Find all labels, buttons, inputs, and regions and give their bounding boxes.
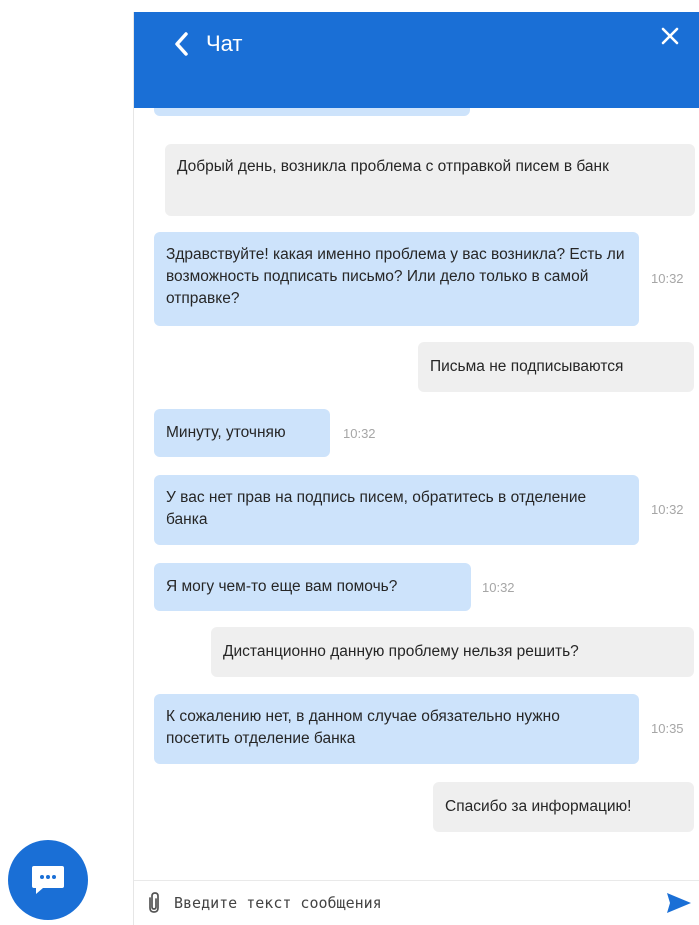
bot-message: У вас нет прав на подпись писем, обратит…: [154, 475, 639, 545]
message-list[interactable]: Добрый день, возникла проблема с отправк…: [134, 108, 699, 880]
bot-message: К сожалению нет, в данном случае обязате…: [154, 694, 639, 764]
user-message: Дистанционно данную проблему нельзя реши…: [211, 627, 694, 677]
send-icon: [667, 893, 691, 913]
chat-bubble-icon: [32, 866, 64, 894]
message-text: Здравствуйте! какая именно проблема у ва…: [166, 246, 625, 307]
message-time: 10:32: [651, 271, 684, 286]
back-button[interactable]: [170, 29, 192, 59]
chat-title: Чат: [206, 31, 243, 56]
chat-launcher-button[interactable]: [8, 840, 88, 920]
message-text: К сожалению нет, в данном случае обязате…: [166, 708, 560, 747]
user-message: Спасибо за информацию!: [433, 782, 694, 832]
message-text: Минуту, уточняю: [166, 424, 286, 441]
chat-widget: Чат Добрый день, возникла проблема с отп…: [133, 12, 699, 925]
bot-message: Минуту, уточняю: [154, 409, 330, 457]
message-text: Спасибо за информацию!: [445, 798, 632, 815]
message-text: Я могу чем-то еще вам помочь?: [166, 578, 398, 595]
close-icon: [661, 27, 679, 45]
page: Чат Добрый день, возникла проблема с отп…: [0, 0, 699, 925]
message-input[interactable]: [174, 889, 644, 917]
message-time: 10:32: [482, 580, 515, 595]
attach-button[interactable]: [144, 891, 164, 915]
user-message: Письма не подписываются: [418, 342, 694, 392]
send-button[interactable]: [665, 891, 695, 917]
bot-message: Здравствуйте! какая именно проблема у ва…: [154, 232, 639, 326]
paperclip-icon: [149, 892, 159, 913]
message-time: 10:35: [651, 721, 684, 736]
bot-message: Я могу чем-то еще вам помочь?: [154, 563, 471, 611]
message-text: Добрый день, возникла проблема с отправк…: [177, 158, 609, 175]
message-text: У вас нет прав на подпись писем, обратит…: [166, 489, 587, 528]
message-time: 10:32: [651, 502, 684, 517]
message-text: Дистанционно данную проблему нельзя реши…: [223, 643, 579, 660]
chevron-left-icon: [175, 32, 188, 56]
chat-header: Чат: [134, 12, 699, 108]
message-text: Письма не подписываются: [430, 358, 624, 375]
close-button[interactable]: [656, 22, 684, 50]
user-message: Добрый день, возникла проблема с отправк…: [165, 144, 695, 216]
message-composer: [134, 880, 699, 925]
message-time: 10:32: [343, 426, 376, 441]
previous-message-edge: [154, 108, 470, 116]
